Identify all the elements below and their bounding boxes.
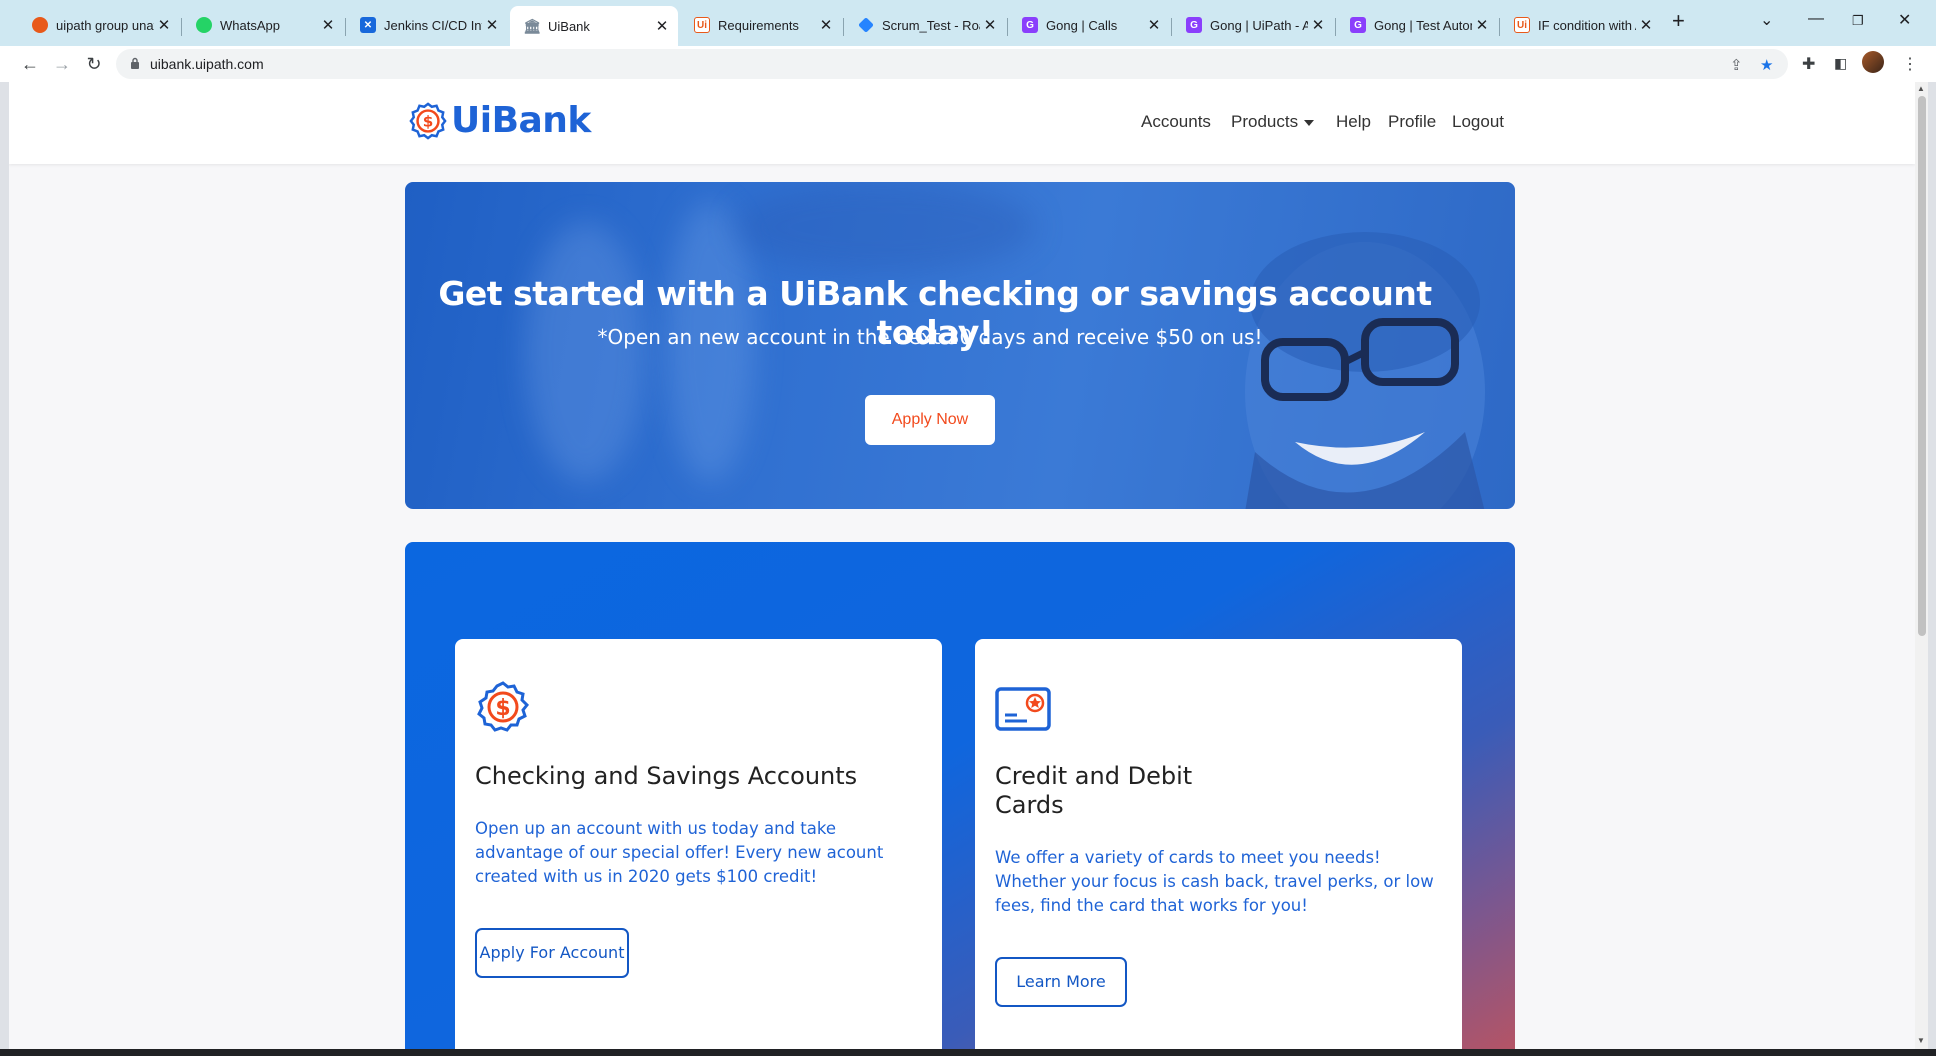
tab-gong-account[interactable]: G Gong | UiPath - Account ✕ bbox=[1172, 10, 1334, 40]
new-tab-icon[interactable]: + bbox=[1672, 8, 1685, 34]
window-close-icon[interactable]: ✕ bbox=[1898, 10, 1911, 30]
tab-uipath-group[interactable]: uipath group unattended ✕ bbox=[18, 10, 180, 40]
close-tab-icon[interactable]: ✕ bbox=[154, 16, 174, 34]
nav-logout[interactable]: Logout bbox=[1452, 112, 1504, 132]
credit-card-star-icon bbox=[995, 687, 1051, 731]
apply-for-account-button[interactable]: Apply For Account bbox=[475, 928, 629, 978]
hero-banner: Get started with a UiBank checking or sa… bbox=[405, 182, 1515, 509]
card-title: Credit and Debit Cards bbox=[995, 762, 1193, 819]
scroll-down-icon[interactable]: ▼ bbox=[1917, 1036, 1925, 1045]
close-tab-icon[interactable]: ✕ bbox=[980, 16, 1000, 34]
share-icon[interactable]: ⇪ bbox=[1730, 56, 1743, 74]
tab-requirements[interactable]: Ui Requirements ✕ bbox=[680, 10, 842, 40]
dollar-badge-icon: $ bbox=[477, 681, 530, 732]
gong-icon: G bbox=[1350, 17, 1366, 33]
whatsapp-icon bbox=[196, 17, 212, 33]
uibank-logo[interactable]: $ UiBank bbox=[409, 100, 591, 141]
close-tab-icon[interactable]: ✕ bbox=[652, 17, 672, 35]
tab-jenkins[interactable]: ✕ Jenkins CI/CD Integration ✕ bbox=[346, 10, 508, 40]
tab-uibank[interactable]: 🏛 UiBank ✕ bbox=[510, 6, 678, 46]
nav-help[interactable]: Help bbox=[1336, 112, 1371, 132]
confluence-icon: ✕ bbox=[360, 17, 376, 33]
forward-icon[interactable]: → bbox=[50, 52, 74, 76]
page-viewport: $ UiBank Accounts Products Help Profile … bbox=[9, 82, 1915, 1049]
scrollbar-thumb[interactable] bbox=[1918, 96, 1926, 636]
tab-strip: uipath group unattended ✕ WhatsApp ✕ ✕ J… bbox=[0, 0, 1936, 46]
profile-avatar[interactable] bbox=[1862, 51, 1884, 73]
menu-kebab-icon[interactable]: ⋮ bbox=[1902, 54, 1918, 74]
learn-more-button[interactable]: Learn More bbox=[995, 957, 1127, 1007]
lock-icon bbox=[131, 57, 139, 69]
taskbar-edge bbox=[0, 1049, 1936, 1056]
side-panel-icon[interactable]: ◧ bbox=[1834, 55, 1847, 72]
jira-icon bbox=[858, 17, 874, 33]
card-credit-debit: Credit and Debit Cards We offer a variet… bbox=[975, 639, 1462, 1049]
bookmark-star-icon[interactable]: ★ bbox=[1760, 56, 1773, 74]
dollar-badge-icon: $ bbox=[409, 101, 447, 140]
restore-icon[interactable]: ❐ bbox=[1852, 13, 1864, 29]
back-icon[interactable]: ← bbox=[18, 52, 42, 76]
svg-text:$: $ bbox=[495, 696, 510, 721]
close-tab-icon[interactable]: ✕ bbox=[1308, 16, 1328, 34]
gong-icon: G bbox=[1186, 17, 1202, 33]
hero-subtitle: *Open an new account in the next 30 days… bbox=[597, 325, 1263, 349]
svg-text:$: $ bbox=[423, 112, 434, 130]
reload-icon[interactable]: ↻ bbox=[82, 52, 106, 76]
tab-if-condition[interactable]: Ui IF condition with And ✕ bbox=[1500, 10, 1662, 40]
card-text: Open up an account with us today and tak… bbox=[475, 819, 884, 886]
tab-whatsapp[interactable]: WhatsApp ✕ bbox=[182, 10, 344, 40]
nav-products[interactable]: Products bbox=[1231, 112, 1315, 132]
uipath-ui-icon: Ui bbox=[1514, 17, 1530, 33]
address-bar[interactable]: uibank.uipath.com ⇪ ★ bbox=[116, 49, 1788, 79]
close-tab-icon[interactable]: ✕ bbox=[816, 16, 836, 34]
browser-toolbar: ← → ↻ uibank.uipath.com ⇪ ★ ✚ ◧ ⋮ bbox=[0, 46, 1936, 82]
features-section: $ Checking and Savings Accounts Open up … bbox=[405, 542, 1515, 1049]
close-tab-icon[interactable]: ✕ bbox=[1636, 16, 1656, 34]
extensions-icon[interactable]: ✚ bbox=[1802, 54, 1815, 74]
apply-now-button[interactable]: Apply Now bbox=[865, 395, 995, 445]
card-checking-savings: $ Checking and Savings Accounts Open up … bbox=[455, 639, 942, 1049]
close-tab-icon[interactable]: ✕ bbox=[1144, 16, 1164, 34]
browser-window: uipath group unattended ✕ WhatsApp ✕ ✕ J… bbox=[0, 0, 1936, 1056]
caret-down-icon bbox=[1304, 119, 1315, 126]
smiling-man-photo bbox=[1245, 232, 1485, 509]
gong-icon: G bbox=[1022, 17, 1038, 33]
close-tab-icon[interactable]: ✕ bbox=[318, 16, 338, 34]
uipath-ui-icon: Ui bbox=[694, 17, 710, 33]
uipath-orange-icon bbox=[32, 17, 48, 33]
page-scrollbar[interactable]: ▲ ▼ bbox=[1915, 82, 1928, 1049]
minimize-icon[interactable]: — bbox=[1808, 10, 1824, 28]
tab-search-chevron-icon[interactable]: ⌄ bbox=[1760, 10, 1773, 30]
nav-profile[interactable]: Profile bbox=[1388, 112, 1436, 132]
close-tab-icon[interactable]: ✕ bbox=[1472, 16, 1492, 34]
site-header: $ UiBank Accounts Products Help Profile … bbox=[9, 82, 1915, 164]
bank-icon: 🏛 bbox=[523, 17, 541, 34]
nav-accounts[interactable]: Accounts bbox=[1141, 112, 1211, 132]
tab-gong-test[interactable]: G Gong | Test Automation ✕ bbox=[1336, 10, 1498, 40]
tab-gong-calls[interactable]: G Gong | Calls ✕ bbox=[1008, 10, 1170, 40]
close-tab-icon[interactable]: ✕ bbox=[482, 16, 502, 34]
card-title: Checking and Savings Accounts bbox=[475, 762, 858, 790]
scroll-up-icon[interactable]: ▲ bbox=[1917, 84, 1925, 93]
tab-scrum-test[interactable]: Scrum_Test - Roadmap ✕ bbox=[844, 10, 1006, 40]
card-text: We offer a variety of cards to meet you … bbox=[995, 848, 1434, 915]
